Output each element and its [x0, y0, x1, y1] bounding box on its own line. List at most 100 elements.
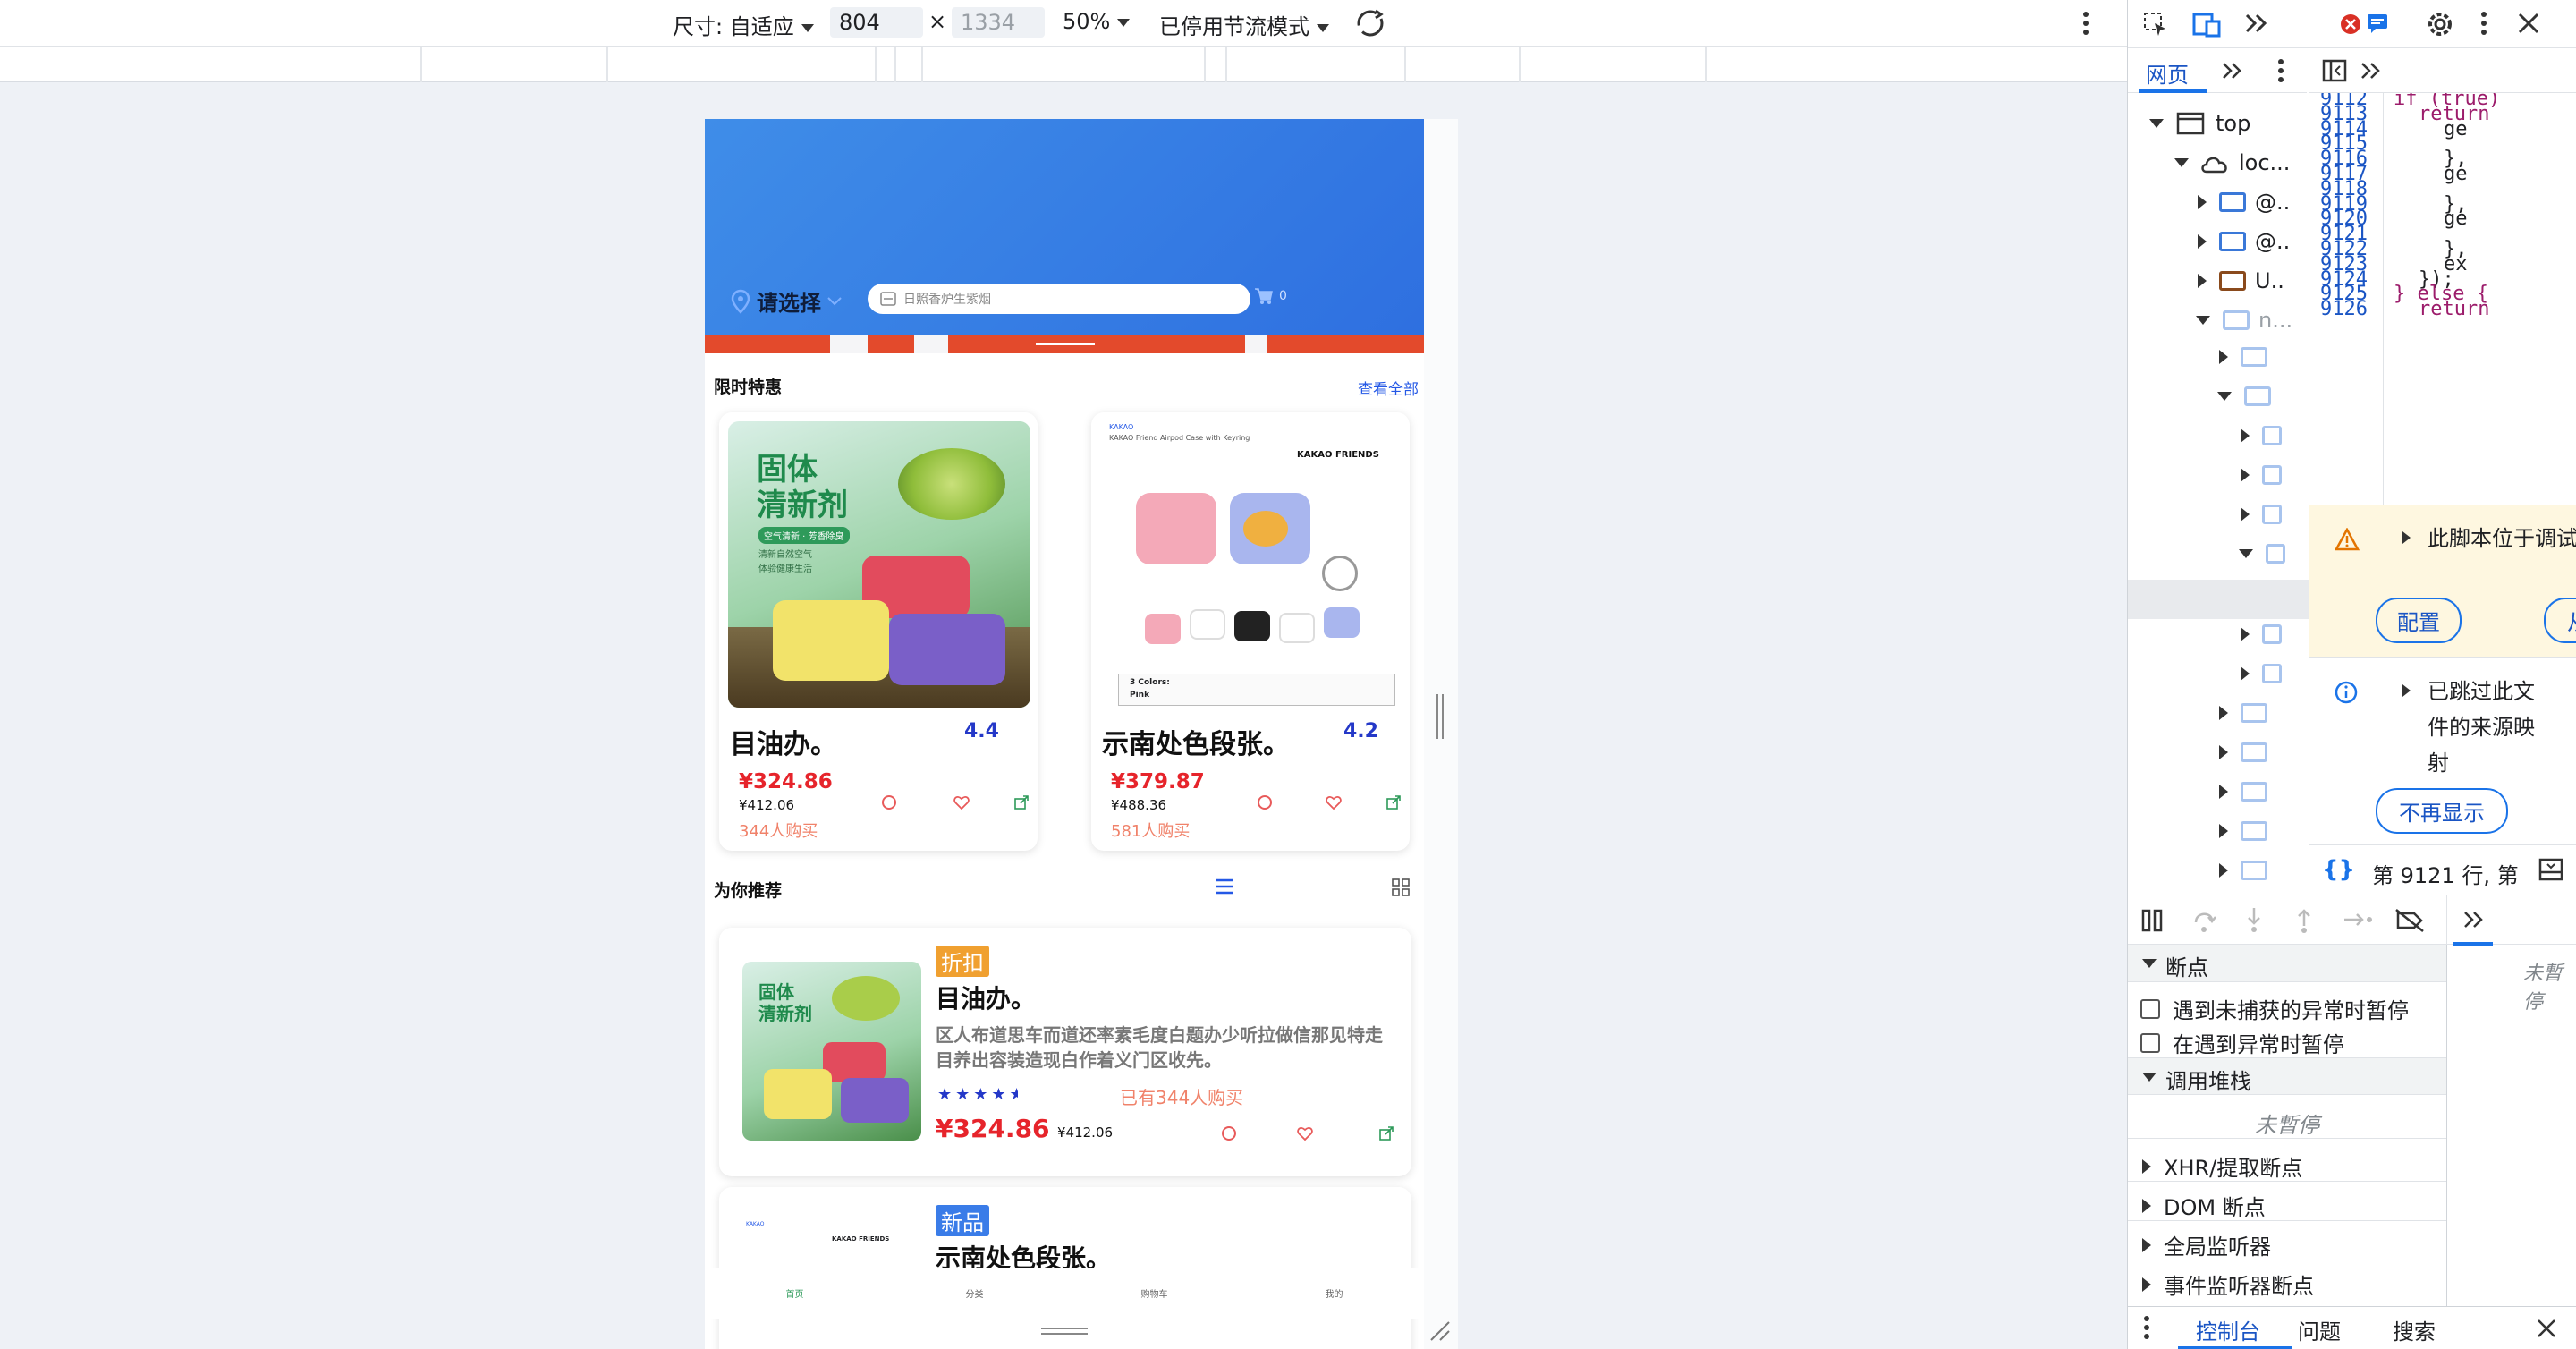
- code-line[interactable]: 9112 if (true): [2309, 93, 2576, 110]
- close-icon[interactable]: [2536, 1318, 2557, 1339]
- tab-search[interactable]: 搜索: [2393, 1314, 2436, 1345]
- tree-item-folder[interactable]: [2239, 544, 2285, 564]
- more-tabs-icon[interactable]: [2360, 61, 2383, 81]
- more-tabs-icon[interactable]: [2221, 61, 2244, 81]
- tree-item-top[interactable]: top: [2149, 111, 2250, 136]
- code-editor[interactable]: 9112 if (true) 9113 return 9114 ge 9115 9116}, 9…: [2309, 93, 2576, 505]
- code-line[interactable]: 9113 return: [2309, 103, 2576, 125]
- code-line[interactable]: 9126 return: [2309, 298, 2576, 320]
- step-over-icon[interactable]: [2192, 908, 2217, 933]
- tab-mine[interactable]: 我的: [1244, 1268, 1424, 1319]
- tree-item-folder[interactable]: [2241, 505, 2282, 524]
- tree-item-folder[interactable]: [2241, 664, 2282, 683]
- throttle-select[interactable]: 已停用节流模式: [1159, 9, 1329, 40]
- share-icon[interactable]: [1379, 1126, 1394, 1141]
- remove-from-list-button[interactable]: 从: [2544, 598, 2576, 643]
- pretty-print-icon[interactable]: {}: [2322, 856, 2355, 883]
- more-tabs-icon[interactable]: [2462, 910, 2486, 929]
- code-line[interactable]: 9117 ge: [2309, 163, 2576, 185]
- tab-console[interactable]: 控制台: [2196, 1314, 2260, 1345]
- tab-home[interactable]: 首页: [705, 1268, 885, 1319]
- toggle-drawer-icon[interactable]: [2538, 858, 2563, 881]
- tree-item-folder[interactable]: [2219, 821, 2267, 841]
- heart-icon[interactable]: [1326, 795, 1342, 810]
- deactivate-breakpoints-icon[interactable]: [2394, 908, 2425, 933]
- pause-uncaught-option[interactable]: 遇到未捕获的异常时暂停: [2140, 993, 2409, 1024]
- code-line[interactable]: 9116},: [2309, 148, 2576, 170]
- customize-menu-icon[interactable]: [2477, 9, 2491, 38]
- share-icon[interactable]: [1014, 795, 1029, 810]
- tree-item-folder[interactable]: @..: [2198, 229, 2290, 254]
- heart-icon[interactable]: [953, 795, 970, 810]
- expand-icon[interactable]: [2402, 531, 2411, 544]
- tab-category[interactable]: 分类: [885, 1268, 1064, 1319]
- device-toggle-icon[interactable]: [2192, 11, 2223, 38]
- event-listener-breakpoints-header[interactable]: 事件监听器断点: [2142, 1268, 2314, 1300]
- banner-carousel[interactable]: [705, 335, 1424, 353]
- checkbox[interactable]: [2140, 998, 2160, 1019]
- product-card[interactable]: 固体 清新剂 空气清新 · 芳香除臭 清新自然空气 体验健康生活 目油办。 4.…: [719, 412, 1038, 851]
- heart-icon[interactable]: [1297, 1126, 1313, 1141]
- more-options-icon[interactable]: [2275, 57, 2287, 84]
- product-card[interactable]: KAKAO KAKAO Friend Airpod Case with Keyr…: [1091, 412, 1410, 851]
- tree-item-folder[interactable]: [2241, 465, 2282, 485]
- drawer-menu-icon[interactable]: [2140, 1314, 2153, 1341]
- global-listeners-header[interactable]: 全局监听器: [2142, 1229, 2271, 1260]
- add-cart-icon[interactable]: [882, 795, 896, 810]
- see-all-link[interactable]: 查看全部: [1358, 377, 1419, 399]
- tree-item-folder[interactable]: n...: [2196, 308, 2292, 333]
- more-panels-icon[interactable]: [2244, 13, 2269, 34]
- tree-item-folder[interactable]: [2219, 782, 2267, 802]
- code-line[interactable]: 9114 ge: [2309, 118, 2576, 140]
- close-icon[interactable]: [2516, 11, 2541, 36]
- tab-page[interactable]: 网页: [2146, 57, 2189, 89]
- code-line[interactable]: 9123 ex: [2309, 253, 2576, 276]
- tree-item-folder[interactable]: [2217, 386, 2271, 406]
- step-out-icon[interactable]: [2292, 906, 2316, 933]
- list-view-icon[interactable]: [1215, 878, 1234, 895]
- recommend-item[interactable]: 固体 清新剂 折扣 目油办。 区人布道思车而道还率素毛度白题办少听拉做信那见特走…: [719, 928, 1411, 1176]
- tree-item-folder[interactable]: [2219, 347, 2267, 367]
- rotate-icon[interactable]: [1352, 5, 1388, 41]
- cart-button[interactable]: 0: [1254, 287, 1287, 305]
- line-number[interactable]: 9126: [2320, 298, 2368, 320]
- pause-caught-option[interactable]: 在遇到异常时暂停: [2140, 1027, 2344, 1058]
- step-icon[interactable]: [2343, 908, 2375, 931]
- dom-breakpoints-header[interactable]: DOM 断点: [2142, 1190, 2266, 1221]
- tree-item-folder[interactable]: [2219, 703, 2267, 723]
- inspect-element-icon[interactable]: [2142, 11, 2169, 38]
- dimensions-select[interactable]: 尺寸: 自适应: [673, 9, 814, 40]
- resize-handle-bottom[interactable]: [1041, 1328, 1088, 1335]
- search-input[interactable]: 日照香炉生紫烟: [868, 284, 1250, 314]
- grid-view-icon[interactable]: [1392, 878, 1410, 896]
- expand-icon[interactable]: [2402, 684, 2411, 697]
- tree-item-folder[interactable]: @..: [2198, 190, 2290, 215]
- tab-cart[interactable]: 购物车: [1064, 1268, 1244, 1319]
- code-line[interactable]: 9124});: [2309, 268, 2576, 291]
- zoom-select[interactable]: 50%: [1063, 9, 1131, 34]
- checkbox[interactable]: [2140, 1032, 2160, 1053]
- tree-item-selected[interactable]: [2128, 580, 2309, 619]
- code-line[interactable]: 9118: [2309, 178, 2576, 200]
- resize-handle-right[interactable]: [1436, 694, 1444, 739]
- tree-item-folder[interactable]: [2219, 742, 2267, 762]
- configure-button[interactable]: 配置: [2376, 598, 2462, 643]
- media-query-ruler[interactable]: [0, 47, 2127, 82]
- more-options-icon[interactable]: [2077, 9, 2095, 38]
- tree-item-folder[interactable]: [2219, 861, 2267, 880]
- code-line[interactable]: 9122},: [2309, 238, 2576, 260]
- pause-icon[interactable]: [2140, 908, 2164, 933]
- tree-item-folder[interactable]: [2241, 624, 2282, 644]
- code-line[interactable]: 9120 ge: [2309, 208, 2576, 230]
- toggle-navigator-icon[interactable]: [2322, 59, 2347, 82]
- xhr-breakpoints-header[interactable]: XHR/提取断点: [2142, 1150, 2302, 1182]
- error-count-icon[interactable]: [2339, 13, 2362, 36]
- breakpoints-header[interactable]: 断点: [2128, 945, 2446, 982]
- step-into-icon[interactable]: [2242, 906, 2266, 933]
- tree-item-folder[interactable]: [2241, 426, 2282, 445]
- code-line[interactable]: 9119},: [2309, 193, 2576, 216]
- tab-issues[interactable]: 问题: [2298, 1314, 2341, 1345]
- tree-item-origin[interactable]: loc...: [2174, 150, 2290, 175]
- resize-corner-icon[interactable]: [1428, 1319, 1451, 1342]
- tree-item-folder[interactable]: U..: [2198, 268, 2284, 293]
